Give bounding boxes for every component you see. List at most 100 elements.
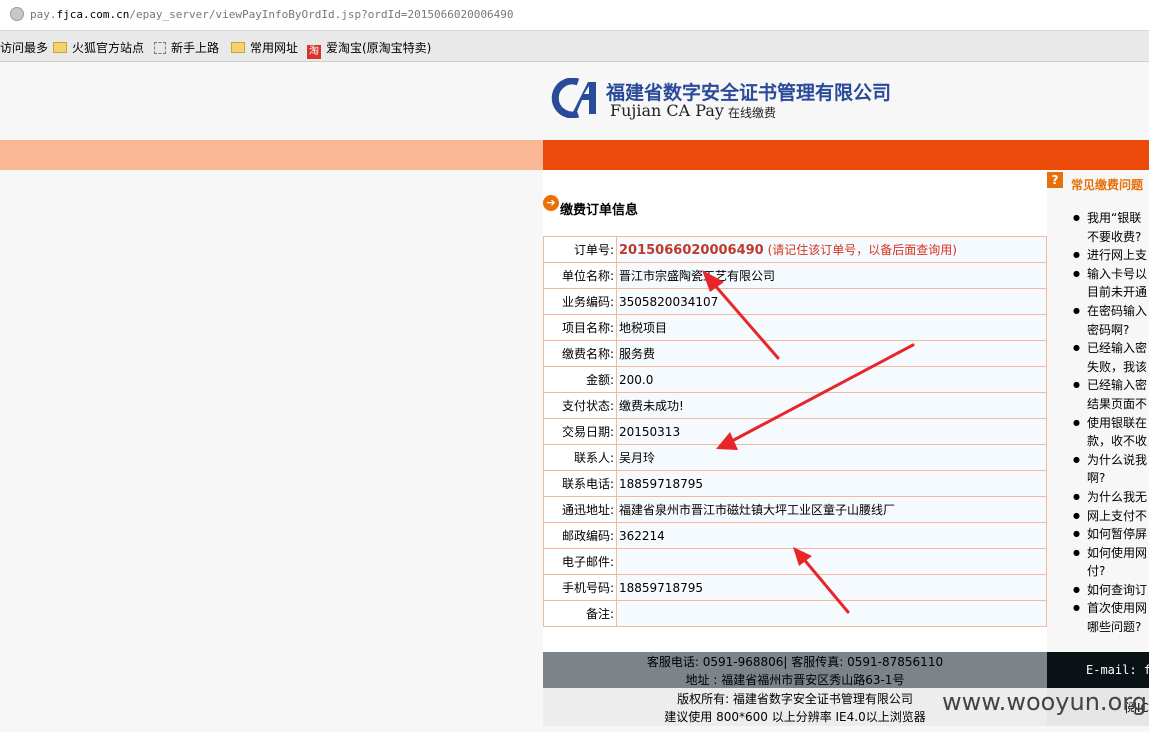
table-row: 支付状态: 缴费未成功! <box>543 392 1047 419</box>
address-bar[interactable]: pay.fjca.com.cn/epay_server/viewPayInfoB… <box>0 0 1149 31</box>
watermark: www.wooyun.org <box>942 688 1147 716</box>
faq-item[interactable]: 如何使用网付? <box>1073 544 1149 581</box>
bookmarks-bar: 访问最多 火狐官方站点 新手上路 常用网址 淘爱淘宝(原淘宝特卖) <box>0 31 1149 62</box>
faq-item[interactable]: 为什么我无 <box>1073 488 1149 507</box>
folder-icon <box>231 42 245 53</box>
row-label: 电子邮件: <box>543 548 617 575</box>
faq-item-text: 如何查询订 <box>1087 582 1148 597</box>
bookmark-label: 火狐官方站点 <box>72 41 145 55</box>
url-domain: fjca.com.cn <box>56 8 130 21</box>
order-number-note: (请记住该订单号，以备后面查询用) <box>767 243 957 257</box>
faq-item-text: 目前未开通 <box>1087 285 1148 300</box>
faq-item-text: 已经输入密 <box>1087 341 1148 356</box>
row-label: 联系电话: <box>543 470 617 497</box>
bookmark-common-sites[interactable]: 常用网址 <box>231 39 298 56</box>
faq-item[interactable]: 我用“银联不要收费? <box>1073 209 1149 246</box>
order-info-table: 订单号: 2015066020006490 (请记住该订单号，以备后面查询用) … <box>543 236 1047 627</box>
faq-item-text: 失败，我该 <box>1087 359 1148 374</box>
row-value: 服务费 <box>616 340 1047 367</box>
header-band-left <box>0 140 543 170</box>
table-row: 金额: 200.0 <box>543 366 1047 393</box>
table-row: 缴费名称: 服务费 <box>543 340 1047 367</box>
row-label: 邮政编码: <box>543 522 617 549</box>
faq-item-text: 密码啊? <box>1087 322 1130 337</box>
bookmark-label: 访问最多 <box>0 41 49 55</box>
row-label: 支付状态: <box>543 392 617 419</box>
table-row: 邮政编码: 362214 <box>543 522 1047 549</box>
row-label: 缴费名称: <box>543 340 617 367</box>
faq-item-text: 进行网上支 <box>1087 248 1148 263</box>
row-value: 吴月玲 <box>616 444 1047 471</box>
row-value: 18859718795 <box>616 574 1047 601</box>
faq-item[interactable]: 进行网上支 <box>1073 246 1149 265</box>
table-row: 手机号码: 18859718795 <box>543 574 1047 601</box>
row-label: 金额: <box>543 366 617 393</box>
faq-item[interactable]: 输入卡号以目前未开通 <box>1073 265 1149 302</box>
faq-item-text: 如何使用网 <box>1087 545 1148 560</box>
faq-item[interactable]: 如何暂停屏 <box>1073 525 1149 544</box>
bookmark-aitaobao[interactable]: 淘爱淘宝(原淘宝特卖) <box>307 39 431 59</box>
arrow-right-circle-icon: ➔ <box>543 195 559 211</box>
faq-item-text: 首次使用网 <box>1087 601 1148 616</box>
footer-phone: 客服电话: 0591-968806| 客服传真: 0591-87856110 <box>646 655 944 669</box>
faq-item[interactable]: 使用银联在款，收不收 <box>1073 414 1149 451</box>
faq-item[interactable]: 在密码输入密码啊? <box>1073 302 1149 339</box>
row-label: 手机号码: <box>543 574 617 601</box>
faq-item-text: 啊? <box>1087 471 1106 486</box>
bookmark-label: 新手上路 <box>171 41 220 55</box>
faq-item[interactable]: 首次使用网哪些问题? <box>1073 599 1149 636</box>
faq-item-text: 款，收不收 <box>1087 434 1148 449</box>
table-row: 单位名称: 晋江市宗盛陶瓷工艺有限公司 <box>543 262 1047 289</box>
row-label: 交易日期: <box>543 418 617 445</box>
row-value: 3505820034107 <box>616 288 1047 315</box>
table-row: 备注: <box>543 600 1047 627</box>
faq-item-text: 为什么说我 <box>1087 452 1148 467</box>
faq-item-text: 付? <box>1087 564 1106 579</box>
url-text[interactable]: pay.fjca.com.cn/epay_server/viewPayInfoB… <box>30 8 513 21</box>
header-band-right <box>1047 140 1149 170</box>
faq-item[interactable]: 网上支付不 <box>1073 507 1149 526</box>
table-row: 交易日期: 20150313 <box>543 418 1047 445</box>
faq-item-text: 结果页面不 <box>1087 396 1148 411</box>
faq-item-text: 使用银联在 <box>1087 415 1148 430</box>
faq-item-text: 如何暂停屏 <box>1087 527 1148 542</box>
faq-item-text: 输入卡号以 <box>1087 266 1148 281</box>
faq-item-text: 网上支付不 <box>1087 508 1148 523</box>
faq-item-text: 不要收费? <box>1087 229 1142 244</box>
row-value: 缴费未成功! <box>616 392 1047 419</box>
url-path: /epay_server/viewPayInfoByOrdId.jsp?ordI… <box>129 8 514 21</box>
page-icon <box>154 42 166 54</box>
faq-item-text: 为什么我无 <box>1087 489 1148 504</box>
section-title: 缴费订单信息 <box>560 203 639 218</box>
footer-email: E-mail: f <box>1086 663 1149 677</box>
bookmark-firefox-official[interactable]: 火狐官方站点 <box>53 39 144 56</box>
faq-title: 常见缴费问题 <box>1071 178 1144 192</box>
row-value: 晋江市宗盛陶瓷工艺有限公司 <box>616 262 1047 289</box>
order-number: 2015066020006490 <box>619 243 764 258</box>
row-label: 备注: <box>543 600 617 627</box>
taobao-icon: 淘 <box>307 45 321 59</box>
row-value <box>616 548 1047 575</box>
row-label: 单位名称: <box>543 262 617 289</box>
faq-item[interactable]: 如何查询订 <box>1073 581 1149 600</box>
brand-name: Fujian CA Pay <box>610 101 724 120</box>
faq-item[interactable]: 已经输入密结果页面不 <box>1073 376 1149 413</box>
row-value: 20150313 <box>616 418 1047 445</box>
bookmark-label: 爱淘宝(原淘宝特卖) <box>326 41 432 55</box>
brand-tagline: 在线缴费 <box>728 106 777 120</box>
row-value: 福建省泉州市晋江市磁灶镇大坪工业区童子山腰线厂 <box>616 496 1047 523</box>
faq-item[interactable]: 已经输入密失败，我该 <box>1073 339 1149 376</box>
row-label: 订单号: <box>543 236 617 263</box>
bookmark-most-visited[interactable]: 访问最多 <box>0 39 48 56</box>
table-row: 电子邮件: <box>543 548 1047 575</box>
row-label: 项目名称: <box>543 314 617 341</box>
table-row: 联系电话: 18859718795 <box>543 470 1047 497</box>
row-value: 地税项目 <box>616 314 1047 341</box>
row-label: 联系人: <box>543 444 617 471</box>
table-row: 订单号: 2015066020006490 (请记住该订单号，以备后面查询用) <box>543 236 1047 263</box>
faq-item[interactable]: 为什么说我啊? <box>1073 451 1149 488</box>
table-row: 联系人: 吴月玲 <box>543 444 1047 471</box>
fjca-logo-icon <box>551 78 596 118</box>
bookmark-getting-started[interactable]: 新手上路 <box>154 39 219 56</box>
table-row: 项目名称: 地税项目 <box>543 314 1047 341</box>
